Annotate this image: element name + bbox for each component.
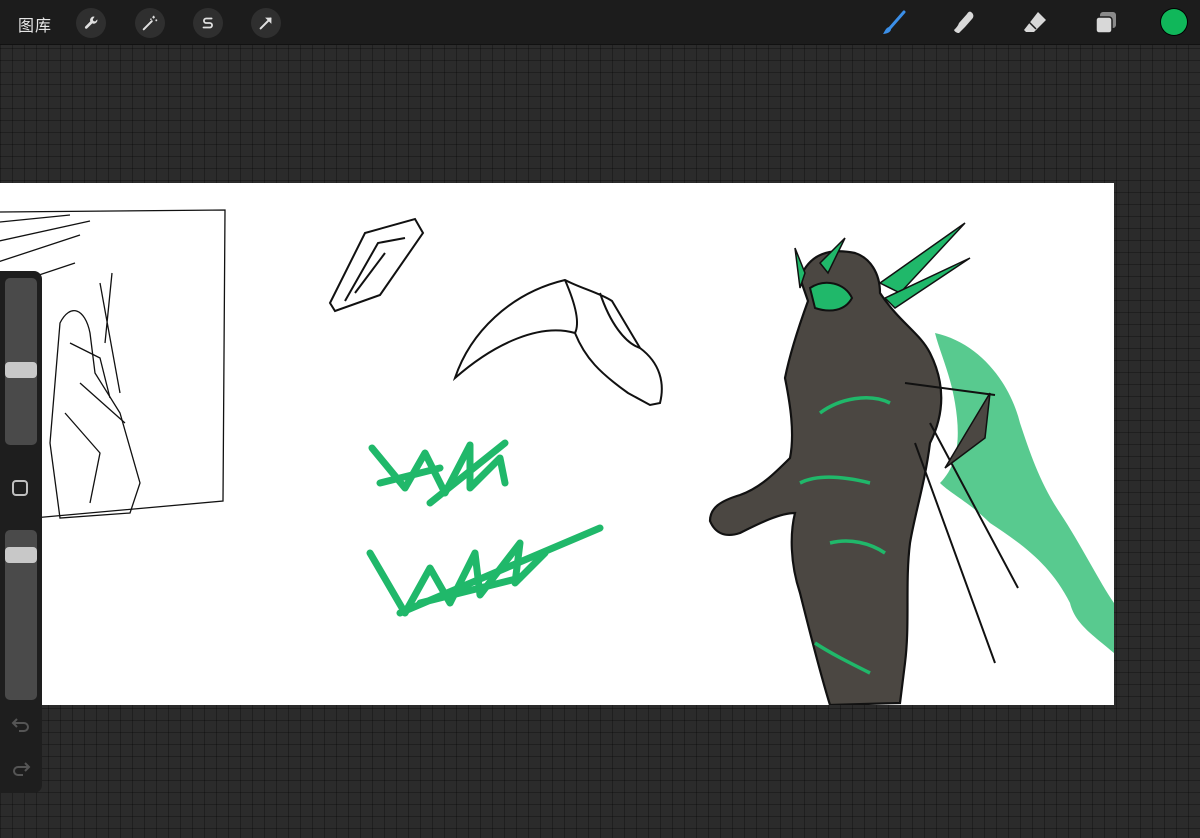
- drawing-canvas[interactable]: [0, 183, 1114, 705]
- brush-size-slider[interactable]: [5, 278, 37, 445]
- green-energy-trail: [935, 333, 1114, 653]
- wrench-icon[interactable]: [76, 8, 106, 38]
- transform-arrow-icon[interactable]: [251, 8, 281, 38]
- brush-size-slider-knob[interactable]: [5, 362, 37, 378]
- magic-wand-icon[interactable]: [135, 8, 165, 38]
- color-picker-button[interactable]: [1161, 9, 1187, 35]
- layers-icon[interactable]: [1092, 9, 1120, 37]
- modifier-square-icon[interactable]: [12, 480, 28, 496]
- case-sketch: [328, 217, 425, 313]
- eraser-icon[interactable]: [1021, 9, 1049, 37]
- smudge-icon[interactable]: [951, 9, 979, 37]
- gallery-button[interactable]: 图库: [18, 12, 52, 36]
- opacity-slider-knob[interactable]: [5, 547, 37, 563]
- undo-icon[interactable]: [10, 713, 32, 735]
- sketch-artwork: [0, 209, 1114, 705]
- redo-icon[interactable]: [10, 757, 32, 779]
- top-toolbar: 图库: [0, 0, 1200, 45]
- selection-s-icon[interactable]: [193, 8, 223, 38]
- claw-sketch: [452, 278, 663, 407]
- brush-icon[interactable]: [880, 9, 908, 37]
- left-sidebar: [0, 271, 42, 793]
- green-script-strokes: [366, 439, 604, 617]
- opacity-slider[interactable]: [5, 530, 37, 700]
